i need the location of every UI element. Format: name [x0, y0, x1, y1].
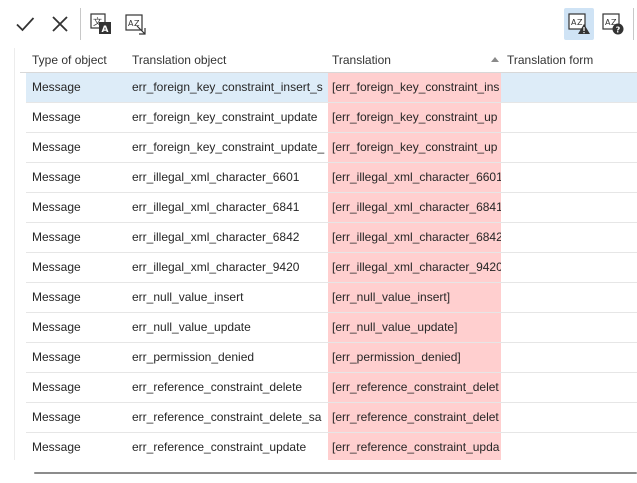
cell-translation[interactable]: [err_illegal_xml_character_6841: [328, 193, 501, 222]
cell-translation-object: err_reference_constraint_update: [132, 440, 307, 454]
cell-translation[interactable]: [err_null_value_insert]: [328, 283, 501, 312]
grid-left-border: [14, 48, 15, 483]
cell-translation-form[interactable]: [501, 133, 637, 162]
table-row[interactable]: Message err_foreign_key_constraint_insert…: [26, 73, 637, 103]
cell-translation-object: err_permission_denied: [132, 350, 255, 364]
cell-type-of-object: Message: [32, 440, 81, 454]
cell-translation-form[interactable]: [501, 313, 637, 342]
cell-translation-object: err_illegal_xml_character_6841: [132, 200, 300, 214]
cell-translation-object: err_illegal_xml_character_9420: [132, 260, 300, 274]
translate-text-icon[interactable]: 文 A: [86, 8, 116, 40]
cell-type-of-object: Message: [32, 380, 81, 394]
cell-translation-object: err_illegal_xml_character_6601: [132, 170, 300, 184]
sort-ascending-icon: [491, 57, 499, 62]
table-row[interactable]: Message err_illegal_xml_character_6601 [er…: [26, 163, 637, 193]
svg-text:Z: Z: [577, 18, 583, 27]
cell-translation-form[interactable]: [501, 433, 637, 462]
column-header-type-of-object[interactable]: Type of object: [32, 48, 107, 72]
horizontal-scrollbar-area: [14, 460, 637, 483]
cell-translation-object: err_null_value_insert: [132, 290, 244, 304]
cell-type-of-object: Message: [32, 260, 81, 274]
cell-type-of-object: Message: [32, 80, 81, 94]
cell-translation-form[interactable]: [501, 103, 637, 132]
column-header-translation-form[interactable]: Translation form: [507, 48, 593, 72]
table-row[interactable]: Message err_null_value_insert [err_null_va…: [26, 283, 637, 313]
cell-translation-object: err_illegal_xml_character_6842: [132, 230, 300, 244]
cell-translation[interactable]: [err_foreign_key_constraint_up: [328, 133, 501, 162]
cell-translation-object: err_foreign_key_constraint_update: [132, 110, 318, 124]
cell-translation-form[interactable]: [501, 253, 637, 282]
cell-type-of-object: Message: [32, 350, 81, 364]
horizontal-scrollbar[interactable]: [34, 472, 637, 474]
cell-translation[interactable]: [err_illegal_xml_character_6842: [328, 223, 501, 252]
table-row[interactable]: Message err_reference_constraint_update [e…: [26, 433, 637, 463]
cell-translation-object: err_foreign_key_constraint_insert_s: [132, 80, 323, 94]
close-icon[interactable]: [45, 8, 75, 40]
cell-type-of-object: Message: [32, 110, 81, 124]
translate-format-icon[interactable]: A Z: [121, 8, 151, 40]
translation-warning-icon[interactable]: A Z: [564, 8, 594, 40]
cell-translation-object: err_foreign_key_constraint_update_: [132, 140, 325, 154]
table-row[interactable]: Message err_illegal_xml_character_6842 [er…: [26, 223, 637, 253]
table-row[interactable]: Message err_illegal_xml_character_9420 [er…: [26, 253, 637, 283]
toolbar-separator: [80, 8, 81, 40]
cell-type-of-object: Message: [32, 230, 81, 244]
cell-type-of-object: Message: [32, 140, 81, 154]
cell-type-of-object: Message: [32, 200, 81, 214]
cell-type-of-object: Message: [32, 290, 81, 304]
cell-translation[interactable]: [err_permission_denied]: [328, 343, 501, 372]
toolbar: 文 A A Z A Z A Z ?: [0, 0, 637, 48]
cell-translation-form[interactable]: [501, 283, 637, 312]
cell-type-of-object: Message: [32, 320, 81, 334]
cell-translation-object: err_reference_constraint_delete: [132, 380, 303, 394]
column-header-translation-object[interactable]: Translation object: [132, 48, 226, 72]
cell-translation-form[interactable]: [501, 73, 637, 102]
cell-translation[interactable]: [err_illegal_xml_character_6601: [328, 163, 501, 192]
translation-help-icon[interactable]: A Z ?: [598, 8, 628, 40]
cell-translation[interactable]: [err_reference_constraint_delet: [328, 403, 501, 432]
cell-translation-form[interactable]: [501, 343, 637, 372]
table-row[interactable]: Message err_foreign_key_constraint_update…: [26, 133, 637, 163]
cell-type-of-object: Message: [32, 170, 81, 184]
table-row[interactable]: Message err_permission_denied [err_permiss…: [26, 343, 637, 373]
cell-translation-form[interactable]: [501, 403, 637, 432]
svg-text:A: A: [102, 25, 109, 35]
cell-translation-object: err_null_value_update: [132, 320, 251, 334]
svg-text:?: ?: [616, 26, 621, 35]
cell-translation-form[interactable]: [501, 223, 637, 252]
table-row[interactable]: Message err_null_value_update [err_null_va…: [26, 313, 637, 343]
column-header-translation[interactable]: Translation: [332, 48, 391, 72]
table-row[interactable]: Message err_reference_constraint_delete_s…: [26, 403, 637, 433]
cell-translation[interactable]: [err_null_value_update]: [328, 313, 501, 342]
cell-translation-object: err_reference_constraint_delete_sa: [132, 410, 322, 424]
cell-translation[interactable]: [err_foreign_key_constraint_ins: [328, 73, 501, 102]
cell-translation-form[interactable]: [501, 163, 637, 192]
cell-translation-form[interactable]: [501, 193, 637, 222]
translation-grid: Type of object Translation object Transl…: [0, 48, 637, 483]
cell-type-of-object: Message: [32, 410, 81, 424]
cell-translation[interactable]: [err_reference_constraint_delet: [328, 373, 501, 402]
cell-translation[interactable]: [err_illegal_xml_character_9420: [328, 253, 501, 282]
table-row[interactable]: Message err_illegal_xml_character_6841 [er…: [26, 193, 637, 223]
toolbar-separator: [633, 8, 634, 40]
cell-translation[interactable]: [err_reference_constraint_upda: [328, 433, 501, 462]
cell-translation[interactable]: [err_foreign_key_constraint_up: [328, 103, 501, 132]
grid-header: Type of object Translation object Transl…: [0, 48, 637, 72]
table-row[interactable]: Message err_foreign_key_constraint_update…: [26, 103, 637, 133]
checkmark-icon[interactable]: [10, 8, 40, 40]
cell-translation-form[interactable]: [501, 373, 637, 402]
table-row[interactable]: Message err_reference_constraint_delete [e…: [26, 373, 637, 403]
